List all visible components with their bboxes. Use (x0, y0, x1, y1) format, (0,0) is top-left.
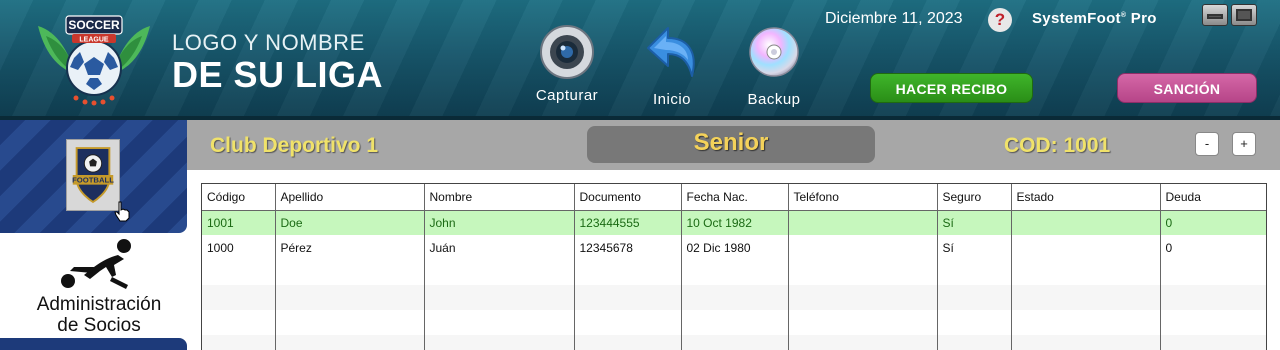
league-logo: SOCCER LEAGUE (38, 15, 150, 106)
table-cell: 1001 (202, 210, 276, 235)
backup-button[interactable]: Backup (734, 24, 814, 108)
player-kick-icon (61, 239, 131, 289)
club-title-bar: Club Deportivo 1 Senior COD: 1001 - + (187, 120, 1280, 170)
backup-label: Backup (747, 91, 801, 108)
member-admin-label-line2: de Socios (57, 315, 141, 336)
table-cell: 02 Dic 1980 (681, 235, 789, 260)
home-label: Inicio (652, 91, 692, 108)
league-name-line2: DE SU LIGA (172, 54, 384, 95)
brand-text: SystemFoot (1032, 10, 1121, 27)
column-header[interactable]: Seguro (937, 184, 1012, 211)
minimize-icon[interactable] (1202, 4, 1228, 26)
main-panel: Club Deportivo 1 Senior COD: 1001 - + Có… (187, 120, 1280, 350)
table-cell: 0 (1160, 210, 1266, 235)
decrement-button[interactable]: - (1195, 132, 1219, 156)
capture-label: Capturar (535, 87, 599, 104)
maximize-icon[interactable] (1231, 4, 1257, 26)
increment-button[interactable]: + (1232, 132, 1256, 156)
category-badge: Senior (587, 126, 875, 163)
table-row[interactable] (202, 260, 1266, 285)
table-cell (1011, 235, 1161, 260)
table-row[interactable] (202, 285, 1266, 310)
capture-button[interactable]: Capturar (527, 24, 607, 104)
table-row[interactable]: 1000 Pérez Juán 12345678 02 Dic 1980 Sí … (202, 235, 1266, 260)
column-header[interactable]: Documento (574, 184, 682, 211)
team-badge[interactable]: FOOTBALL (66, 139, 120, 211)
table-cell (788, 210, 938, 235)
table-header: Código Apellido Nombre Documento Fecha N… (202, 184, 1266, 211)
sidebar-team-panel[interactable]: FOOTBALL (0, 120, 187, 233)
current-date: Diciembre 11, 2023 (825, 10, 963, 27)
table-cell: John (424, 210, 575, 235)
league-name-line1: LOGO Y NOMBRE (172, 30, 365, 55)
svg-text:SOCCER: SOCCER (68, 18, 120, 32)
column-header[interactable]: Código (202, 184, 276, 211)
table-cell: 1000 (202, 235, 276, 260)
table-cell: Juán (424, 235, 575, 260)
svg-text:LEAGUE: LEAGUE (79, 37, 109, 44)
make-receipt-button[interactable]: HACER RECIBO (870, 73, 1033, 103)
table-row[interactable] (202, 335, 1266, 350)
camera-icon (540, 25, 594, 79)
sidebar-item-member-admin[interactable]: Administración de Socios (11, 233, 187, 337)
brand-name: SystemFoot® Pro (1032, 10, 1157, 27)
table-cell: Pérez (275, 235, 425, 260)
league-name: LOGO Y NOMBRE DE SU LIGA (172, 30, 383, 96)
help-icon[interactable]: ? (988, 8, 1012, 32)
table-cell: Sí (937, 210, 1012, 235)
table-cell: 123444555 (574, 210, 682, 235)
header-bar: SOCCER LEAGUE LOGO Y NOMBRE DE SU LIGA C… (0, 0, 1280, 120)
column-header[interactable]: Deuda (1160, 184, 1266, 211)
column-header[interactable]: Apellido (275, 184, 425, 211)
column-header[interactable]: Fecha Nac. (681, 184, 789, 211)
table-row[interactable] (202, 310, 1266, 335)
home-button[interactable]: Inicio (632, 24, 712, 108)
table-cell: Sí (937, 235, 1012, 260)
table-cell: 10 Oct 1982 (681, 210, 789, 235)
table-cell (1011, 210, 1161, 235)
hand-cursor-icon (114, 201, 130, 222)
table-cell: Doe (275, 210, 425, 235)
sidebar: FOOTBALL Administración de Socios (0, 120, 187, 350)
club-name: Club Deportivo 1 (210, 134, 379, 157)
club-code: COD: 1001 (1004, 134, 1111, 157)
sidebar-next-item[interactable] (0, 338, 187, 350)
sanction-button[interactable]: SANCIÓN (1117, 73, 1257, 103)
column-header[interactable]: Estado (1011, 184, 1161, 211)
table-cell: 0 (1165, 240, 1173, 255)
table-cell: 12345678 (574, 235, 682, 260)
table-row[interactable]: 1001 Doe John 123444555 10 Oct 1982 Sí 0 (202, 210, 1266, 235)
member-admin-label-line1: Administración (36, 294, 162, 315)
back-arrow-icon (647, 27, 695, 77)
members-table: Código Apellido Nombre Documento Fecha N… (201, 183, 1267, 350)
column-header[interactable]: Nombre (424, 184, 575, 211)
brand-suffix: Pro (1130, 10, 1157, 27)
svg-text:FOOTBALL: FOOTBALL (72, 176, 114, 185)
table-cell (788, 235, 938, 260)
column-header[interactable]: Teléfono (788, 184, 938, 211)
disc-icon (749, 27, 799, 77)
